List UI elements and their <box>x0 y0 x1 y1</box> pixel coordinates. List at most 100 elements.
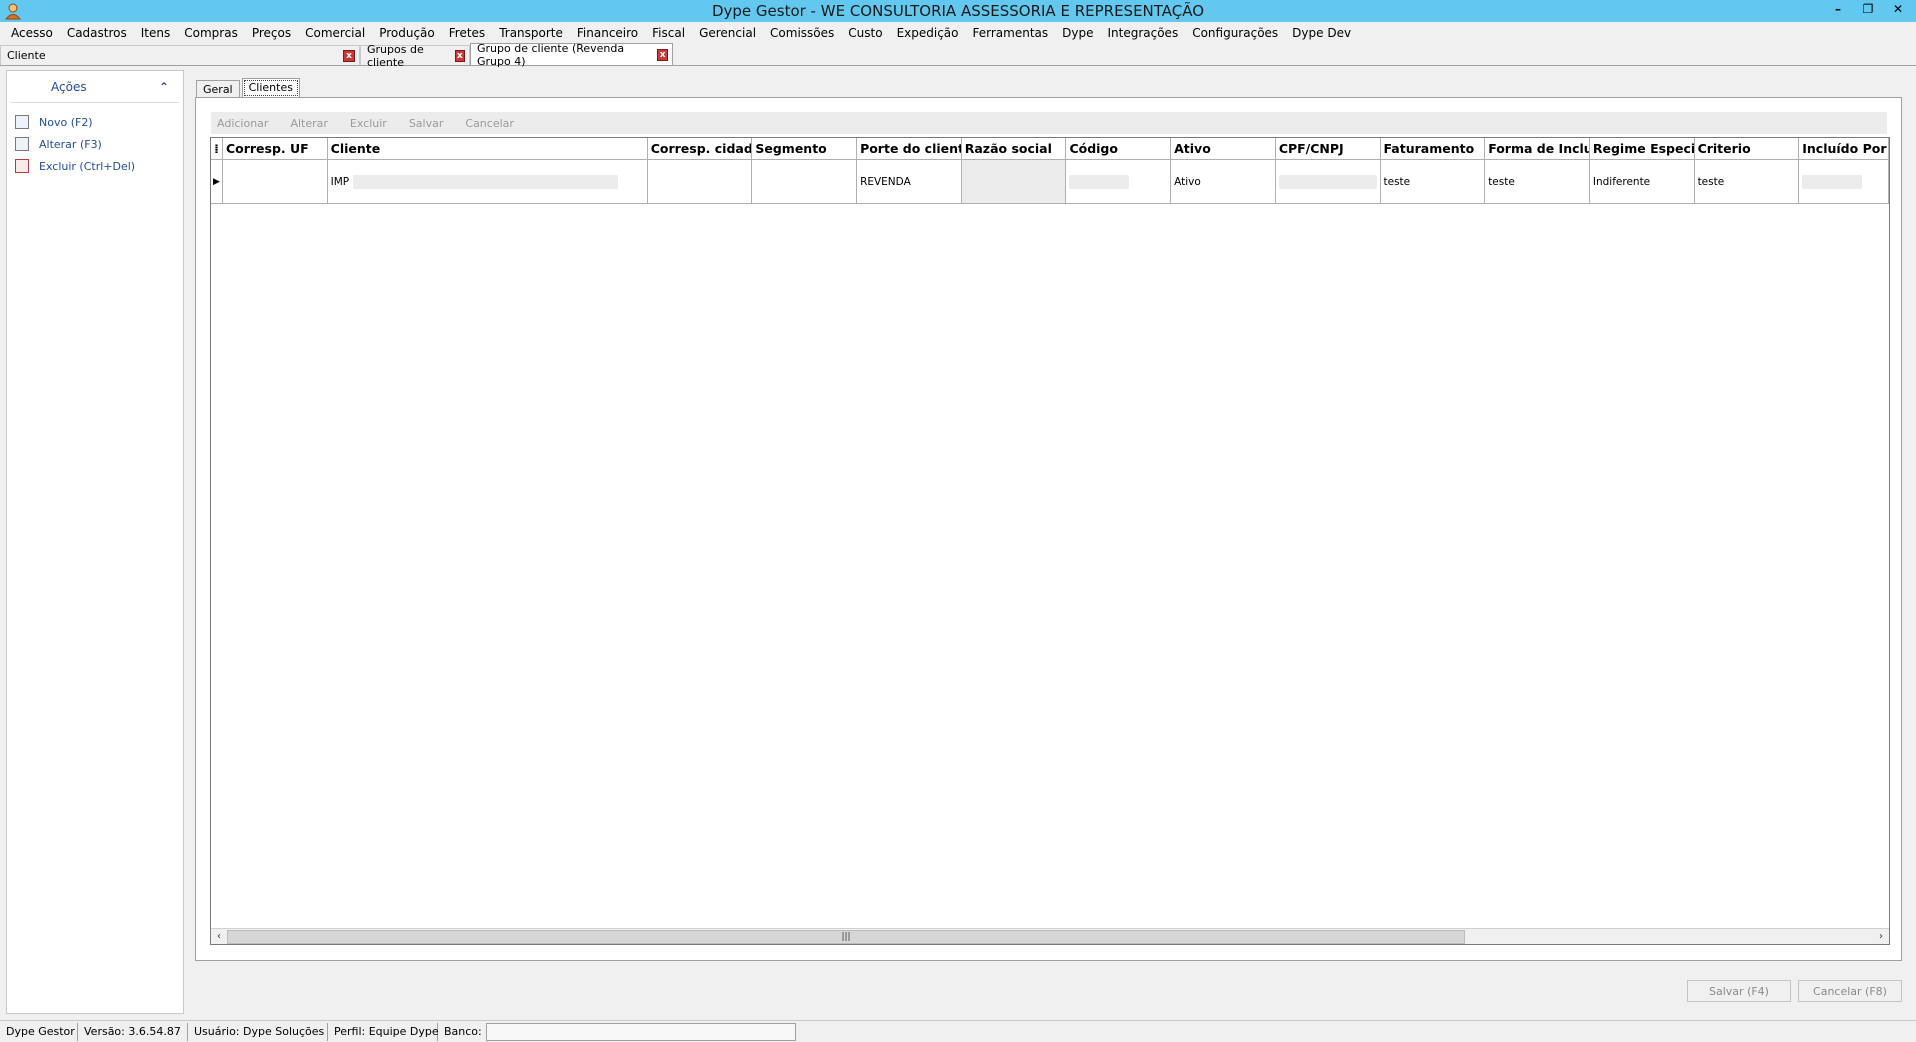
menu-integracoes[interactable]: Integrações <box>1100 26 1185 40</box>
cell-faturamento[interactable]: teste <box>1381 160 1486 203</box>
horizontal-scrollbar[interactable]: ‹ ||| › <box>211 928 1889 944</box>
cancel-grid-button[interactable]: Cancelar <box>465 117 514 130</box>
cell-ativo[interactable]: Ativo <box>1171 160 1276 203</box>
cell-criterio[interactable]: teste <box>1695 160 1800 203</box>
menu-custo[interactable]: Custo <box>841 26 889 40</box>
tab-label: Cliente <box>7 49 46 62</box>
column-header[interactable]: Forma de Inclusão <box>1485 138 1590 159</box>
cell-forma-inclusao[interactable]: teste <box>1485 160 1590 203</box>
cell-cliente[interactable]: IMP <box>328 160 648 203</box>
cell-cpf-cnpj[interactable] <box>1276 160 1381 203</box>
actions-panel: Ações ⌃ Novo (F2) Alterar (F3) Excluir (… <box>6 70 184 1014</box>
actions-header[interactable]: Ações ⌃ <box>11 71 179 103</box>
menu-configuracoes[interactable]: Configurações <box>1185 26 1285 40</box>
scrollbar-thumb[interactable]: ||| <box>227 930 1465 944</box>
cell-codigo[interactable] <box>1066 160 1172 203</box>
close-tab-icon[interactable]: x <box>657 48 668 61</box>
scroll-right-icon[interactable]: › <box>1873 931 1889 942</box>
cell-porte[interactable]: REVENDA <box>857 160 962 203</box>
redacted-value <box>1069 174 1130 189</box>
restore-icon[interactable]: ❐ <box>1854 0 1882 18</box>
add-button[interactable]: Adicionar <box>217 117 268 130</box>
tab-clientes[interactable]: Clientes <box>241 78 300 98</box>
scroll-left-icon[interactable]: ‹ <box>211 931 227 942</box>
cell-corresp-uf[interactable] <box>223 160 328 203</box>
window-title: Dype Gestor - WE CONSULTORIA ASSESSORIA … <box>711 2 1205 20</box>
chevron-up-icon[interactable]: ⌃ <box>159 80 169 94</box>
delete-button[interactable]: Excluir <box>350 117 387 130</box>
column-header[interactable]: Ativo <box>1171 138 1276 159</box>
action-excluir[interactable]: Excluir (Ctrl+Del) <box>7 155 183 177</box>
delete-document-icon <box>15 159 29 173</box>
menu-transporte[interactable]: Transporte <box>492 26 570 40</box>
cancel-button[interactable]: Cancelar (F8) <box>1798 980 1902 1002</box>
menu-dype-dev[interactable]: Dype Dev <box>1285 26 1358 40</box>
minimize-icon[interactable]: – <box>1824 0 1852 18</box>
table-row[interactable]: ▶ IMP REVENDA Ativo teste teste Indifere… <box>211 160 1889 204</box>
column-header[interactable]: Cliente <box>328 138 648 159</box>
column-header[interactable]: Corresp. UF <box>223 138 328 159</box>
menu-itens[interactable]: Itens <box>134 26 177 40</box>
save-button[interactable]: Salvar (F4) <box>1687 980 1791 1002</box>
close-tab-icon[interactable]: x <box>343 49 355 62</box>
cell-regime-especial[interactable]: Indiferente <box>1590 160 1695 203</box>
tab-label: Grupo de cliente (Revenda Grupo 4) <box>477 41 625 68</box>
save-grid-button[interactable]: Salvar <box>409 117 444 130</box>
action-alterar[interactable]: Alterar (F3) <box>7 133 183 155</box>
cell-corresp-cidade[interactable] <box>648 160 753 203</box>
cell-incluido-por[interactable] <box>1799 160 1889 203</box>
title-bar: Dype Gestor - WE CONSULTORIA ASSESSORIA … <box>0 0 1916 22</box>
column-header[interactable]: Incluído Por <box>1799 138 1889 159</box>
column-header[interactable]: CPF/CNPJ <box>1276 138 1381 159</box>
menu-fiscal[interactable]: Fiscal <box>645 26 692 40</box>
menu-compras[interactable]: Compras <box>177 26 245 40</box>
tab-cliente[interactable]: Cliente x <box>0 45 360 65</box>
action-label: Alterar (F3) <box>39 137 102 151</box>
menu-acesso[interactable]: Acesso <box>4 26 60 40</box>
cell-segmento[interactable] <box>752 160 858 203</box>
redacted-value <box>1278 174 1377 189</box>
column-header[interactable]: Segmento <box>752 138 858 159</box>
tab-geral[interactable]: Geral <box>196 80 240 98</box>
status-profile: Perfil: Equipe Dype <box>328 1022 439 1041</box>
menu-expedicao[interactable]: Expedição <box>890 26 966 40</box>
menu-financeiro[interactable]: Financeiro <box>570 26 645 40</box>
column-header[interactable]: Porte do cliente <box>857 138 962 159</box>
redacted-value <box>1802 174 1863 189</box>
tab-grupos-de-cliente[interactable]: Grupos de cliente x <box>360 43 470 69</box>
column-header[interactable]: Faturamento <box>1381 138 1486 159</box>
edit-button[interactable]: Alterar <box>290 117 327 130</box>
status-version: Versão: 3.6.54.87 <box>78 1022 188 1041</box>
menu-fretes[interactable]: Fretes <box>442 26 492 40</box>
menu-comercial[interactable]: Comercial <box>298 26 372 40</box>
column-header[interactable]: Código <box>1066 138 1172 159</box>
tab-grupo-de-cliente-revenda[interactable]: Grupo de cliente (Revenda Grupo 4) x <box>470 41 673 68</box>
menu-precos[interactable]: Preços <box>245 26 298 40</box>
clients-grid[interactable]: ⁞ Corresp. UF Cliente Corresp. cidade Se… <box>210 137 1890 945</box>
close-tab-icon[interactable]: x <box>454 49 465 62</box>
cell-razao-social[interactable] <box>961 160 1067 203</box>
menu-cadastros[interactable]: Cadastros <box>60 26 134 40</box>
status-bank-label: Banco: <box>444 1025 482 1038</box>
column-chooser-icon[interactable]: ⁞ <box>211 138 223 159</box>
column-header[interactable]: Criterio <box>1695 138 1800 159</box>
close-icon[interactable]: ✕ <box>1884 0 1912 18</box>
redacted-value <box>353 174 619 189</box>
menu-gerencial[interactable]: Gerencial <box>692 26 763 40</box>
tab-label: Grupos de cliente <box>367 42 424 69</box>
menu-comissoes[interactable]: Comissões <box>763 26 841 40</box>
action-novo[interactable]: Novo (F2) <box>7 111 183 133</box>
inner-tabs: Geral Clientes <box>196 78 302 98</box>
column-header[interactable]: Corresp. cidade <box>648 138 753 159</box>
menu-producao[interactable]: Produção <box>372 26 442 40</box>
menu-ferramentas[interactable]: Ferramentas <box>966 26 1056 40</box>
column-header[interactable]: Razão social <box>962 138 1067 159</box>
document-tabs: Cliente x Grupos de cliente x Grupo de c… <box>0 41 1916 69</box>
edit-document-icon <box>15 137 29 151</box>
status-user: Usuário: Dype Soluções <box>188 1022 328 1041</box>
clientes-panel: Adicionar Alterar Excluir Salvar Cancela… <box>195 97 1902 961</box>
column-header[interactable]: Regime Especial <box>1590 138 1695 159</box>
menu-dype[interactable]: Dype <box>1055 26 1100 40</box>
actions-title: Ações <box>51 79 87 94</box>
grid-toolbar: Adicionar Alterar Excluir Salvar Cancela… <box>211 112 1887 134</box>
